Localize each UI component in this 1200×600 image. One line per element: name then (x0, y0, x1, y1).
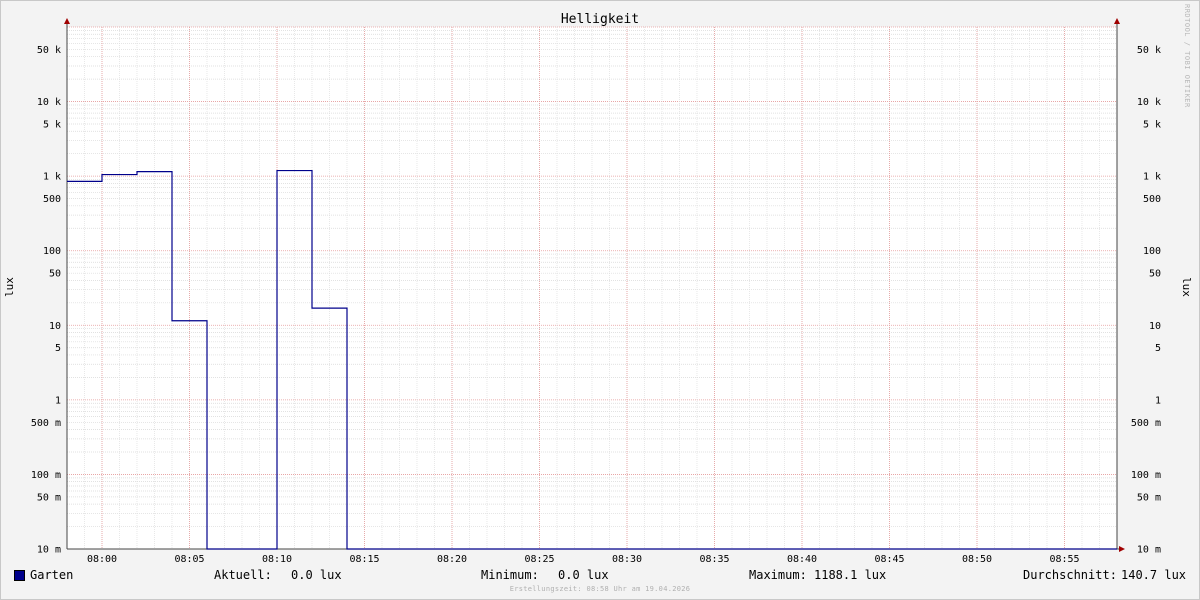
x-tick-label: 08:40 (787, 554, 817, 565)
watermark: RRDTOOL / TOBI OETIKER (1183, 4, 1191, 108)
y-tick-label-left: 100 (43, 246, 61, 257)
x-tick-label: 08:50 (962, 554, 992, 565)
y-tick-label-right: 1 k (1143, 172, 1161, 183)
y-tick-label-right: 5 (1155, 343, 1161, 354)
x-tick-label: 08:35 (699, 554, 729, 565)
y-tick-label-left: 10 k (37, 97, 61, 108)
y-tick-label-right: 500 m (1131, 418, 1161, 429)
x-tick-label: 08:15 (349, 554, 379, 565)
y-tick-label-left: 50 m (37, 492, 61, 503)
y-axis-arrow-left (64, 18, 70, 24)
x-tick-label: 08:30 (612, 554, 642, 565)
y-tick-label-right: 10 (1149, 321, 1161, 332)
y-tick-label-right: 50 (1149, 269, 1161, 280)
x-tick-label: 08:10 (262, 554, 292, 565)
legend-max-label: Maximum: (749, 568, 807, 582)
chart-title: Helligkeit (561, 12, 639, 27)
x-tick-label: 08:25 (524, 554, 554, 565)
grid (67, 26, 1117, 550)
creation-time-footer: Erstellungszeit: 08:58 Uhr am 19.04.2026 (509, 585, 691, 593)
y-tick-label-left: 10 m (37, 545, 61, 556)
y-axis-label-left: lux (3, 277, 16, 297)
brightness-chart: 50 k 50 k10 k 10 k5 k5 k1 k1 k500 500100 100… (3, 12, 1193, 565)
legend-series-name: Garten (30, 568, 74, 582)
legend-swatch (14, 570, 25, 581)
y-tick-label-right: 10 m (1137, 545, 1161, 556)
y-tick-label-left: 100 m (31, 470, 61, 481)
y-tick-label-left: 1 k (43, 172, 61, 183)
y-tick-label-left: 500 (43, 194, 61, 205)
y-tick-label-left: 500 m (31, 418, 61, 429)
y-tick-label-left: 10 (49, 321, 61, 332)
x-tick-label: 08:00 (87, 554, 117, 565)
y-tick-label-right: 500 (1143, 194, 1161, 205)
y-tick-label-right: 100 m (1131, 470, 1161, 481)
y-tick-label-right: 10 k (1137, 97, 1161, 108)
y-axis-label-right: lux (1180, 277, 1193, 297)
x-axis-arrow (1119, 546, 1125, 552)
y-tick-label-left: 50 k (37, 45, 61, 56)
x-tick-label: 08:55 (1049, 554, 1079, 565)
legend-max-value: 1188.1 lux (814, 568, 887, 582)
legend-min-label: Minimum: (481, 568, 539, 582)
y-tick-label-right: 50 k (1137, 45, 1161, 56)
legend-min-value: 0.0 lux (558, 568, 609, 582)
y-tick-label-left: 5 (55, 343, 61, 354)
x-tick-label: 08:45 (874, 554, 904, 565)
y-tick-label-right: 1 (1155, 395, 1161, 406)
legend-current-value: 0.0 lux (291, 568, 342, 582)
x-tick-label: 08:20 (437, 554, 467, 565)
x-tick-label: 08:05 (174, 554, 204, 565)
y-tick-label-right: 50 m (1137, 492, 1161, 503)
legend-avg-value: 140.7 lux (1121, 568, 1187, 582)
y-tick-label-left: 1 (55, 395, 61, 406)
y-tick-label-right: 5 k (1143, 120, 1161, 131)
y-tick-label-right: 100 (1143, 246, 1161, 257)
legend-current-label: Aktuell: (214, 568, 272, 582)
legend-avg-label: Durchschnitt: (1023, 568, 1117, 582)
y-tick-label-left: 5 k (43, 120, 61, 131)
y-axis-arrow-right (1114, 18, 1120, 24)
y-tick-label-left: 50 (49, 269, 61, 280)
